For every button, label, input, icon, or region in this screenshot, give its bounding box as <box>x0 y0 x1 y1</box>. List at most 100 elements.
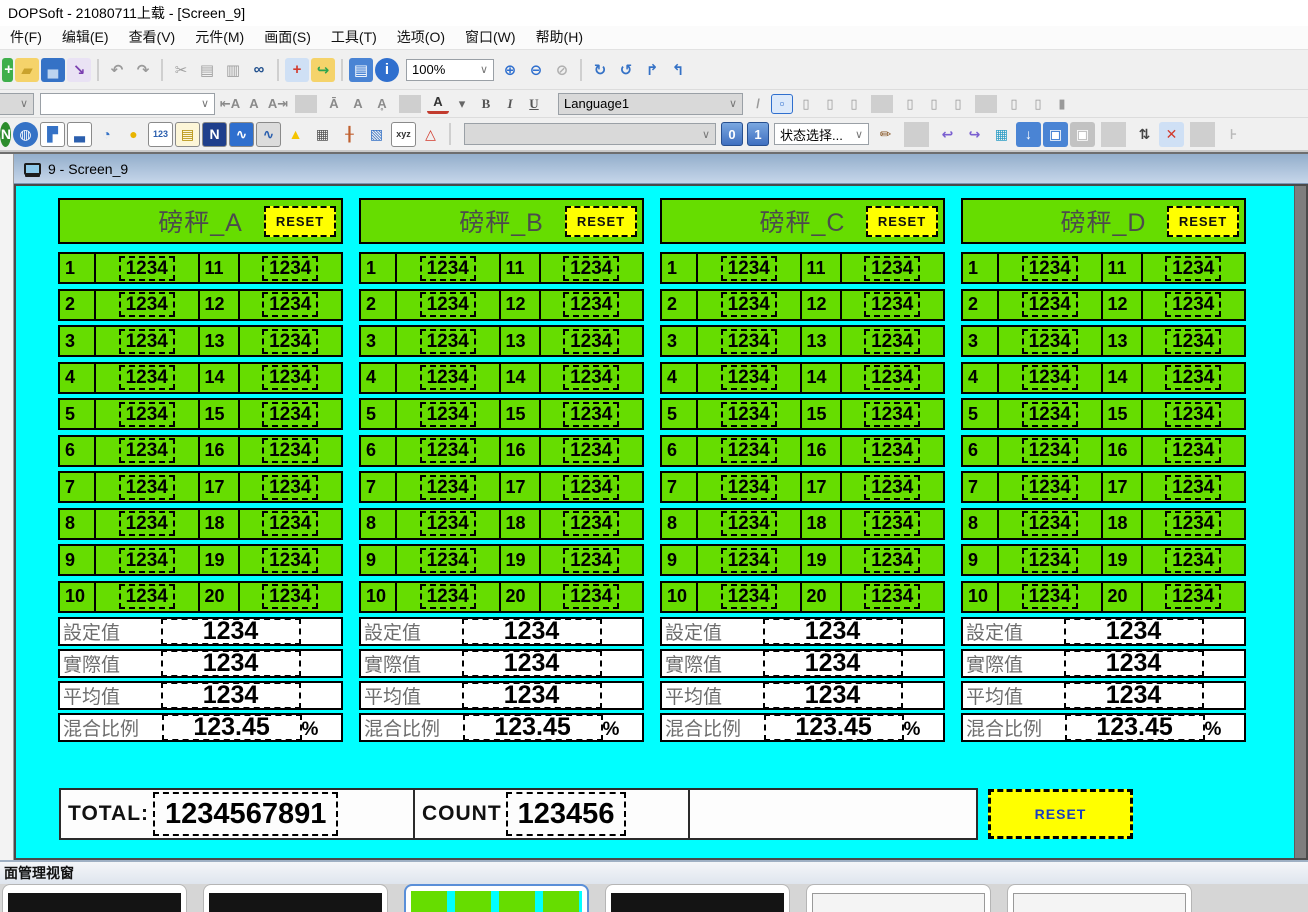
numeric-display[interactable]: 1234 <box>119 329 175 354</box>
numeric-display[interactable]: 1234 <box>721 256 777 281</box>
obj-same-size-icon[interactable]: ▮ <box>1051 94 1073 114</box>
numeric-display[interactable]: 1234 <box>262 584 318 609</box>
numeric-display[interactable]: 1234 <box>563 365 619 390</box>
numeric-display[interactable]: 1234 <box>262 365 318 390</box>
numeric-display[interactable]: 1234 <box>1165 329 1221 354</box>
menu-item[interactable]: 元件(M) <box>185 26 254 49</box>
slider-element-icon[interactable]: ╂ <box>337 122 362 147</box>
numeric-display[interactable]: 1234 <box>563 548 619 573</box>
numeric-display[interactable]: 1234 <box>119 584 175 609</box>
ruler-icon[interactable]: ⊦ <box>1221 122 1246 147</box>
export-icon[interactable]: ↘ <box>67 58 91 82</box>
numeric-display[interactable]: 1234 <box>119 292 175 317</box>
paste-icon[interactable]: ▥ <box>221 58 245 82</box>
find-icon[interactable]: ∞ <box>247 58 271 82</box>
obj-align-right-icon[interactable]: ▯ <box>843 94 865 114</box>
state-0-button[interactable]: 0 <box>721 122 743 146</box>
menu-item[interactable]: 窗口(W) <box>455 26 526 49</box>
align-center-h-icon[interactable]: A <box>243 94 265 114</box>
summary-value-display[interactable]: 1234 <box>1064 618 1204 645</box>
underline-icon[interactable]: U <box>523 94 545 114</box>
screen-thumbnail[interactable] <box>806 884 991 912</box>
numeric-display[interactable]: 1234 <box>1165 511 1221 536</box>
font-color-icon[interactable]: A <box>427 94 449 114</box>
align-right-icon[interactable]: A⇥ <box>267 94 289 114</box>
numeric-display[interactable]: 1234 <box>1022 292 1078 317</box>
numeric-display[interactable]: 1234 <box>262 511 318 536</box>
align-left-icon[interactable]: ⇤A <box>219 94 241 114</box>
zoom-level-select[interactable]: 100% ∨ <box>406 59 494 81</box>
zoom-out-icon[interactable]: ⊖ <box>524 58 548 82</box>
menu-item[interactable]: 选项(O) <box>387 26 455 49</box>
numeric-display[interactable]: 1234 <box>420 365 476 390</box>
numeric-display[interactable]: 1234 <box>420 511 476 536</box>
font-select[interactable]: ∨ <box>40 93 215 115</box>
numeric-display[interactable]: 1234 <box>721 475 777 500</box>
numeric-display[interactable]: 1234 <box>420 292 476 317</box>
rotate-ccw-icon[interactable]: ↺ <box>614 58 638 82</box>
open-folder-icon[interactable]: ▰ <box>15 58 39 82</box>
numeric-display[interactable]: 1234 <box>1165 438 1221 463</box>
numeric-display[interactable]: 1234 <box>119 438 175 463</box>
download-all-icon[interactable]: ▣ <box>1043 122 1068 147</box>
upload-icon[interactable]: ▣ <box>1070 122 1095 147</box>
alarm-lamp-icon[interactable]: ▲ <box>283 122 308 147</box>
numeric-display[interactable]: 1234 <box>864 292 920 317</box>
numeric-display[interactable]: 1234 <box>1022 402 1078 427</box>
element-properties-icon[interactable]: ✏ <box>873 122 898 147</box>
save-icon[interactable]: ▄ <box>41 58 65 82</box>
numeric-display[interactable]: 1234 <box>119 475 175 500</box>
summary-value-display[interactable]: 1234 <box>161 682 301 709</box>
numeric-display[interactable]: 1234 <box>563 584 619 609</box>
line-tool-icon[interactable]: / <box>747 94 769 114</box>
menu-item[interactable]: 件(F) <box>0 26 52 49</box>
state-1-button[interactable]: 1 <box>747 122 769 146</box>
numeric-display[interactable]: 1234 <box>1165 548 1221 573</box>
numeric-display[interactable]: 1234 <box>864 548 920 573</box>
numeric-display[interactable]: 1234 <box>420 402 476 427</box>
align-top-icon[interactable]: Ā <box>323 94 345 114</box>
zoom-in-icon[interactable]: ⊕ <box>498 58 522 82</box>
numeric-display[interactable]: 1234 <box>119 365 175 390</box>
numeric-display[interactable]: 1234 <box>1165 256 1221 281</box>
tank-gauge-icon[interactable]: ▃ <box>67 122 92 147</box>
numeric-display[interactable]: 1234 <box>721 402 777 427</box>
rect-display-icon[interactable]: ▛ <box>40 122 65 147</box>
copy-icon[interactable]: ▤ <box>195 58 219 82</box>
numeric-display[interactable]: 1234 <box>420 438 476 463</box>
obj-same-width-icon[interactable]: ▯ <box>1003 94 1025 114</box>
summary-value-display[interactable]: 1234 <box>462 682 602 709</box>
next-screen-icon[interactable]: ↪ <box>962 122 987 147</box>
italic-icon[interactable]: I <box>499 94 521 114</box>
download-screen-icon[interactable]: ↓ <box>1016 122 1041 147</box>
numeric-display[interactable]: 1234 <box>1022 365 1078 390</box>
numeric-display[interactable]: 1234 <box>1022 475 1078 500</box>
numeric-display-icon[interactable]: 123 <box>148 122 173 147</box>
undo-icon[interactable]: ↶ <box>105 58 129 82</box>
numeric-display[interactable]: 1234 <box>721 329 777 354</box>
screen-thumbnail[interactable] <box>605 884 790 912</box>
summary-value-display[interactable]: 1234 <box>1064 650 1204 677</box>
numeric-display[interactable]: 1234 <box>563 402 619 427</box>
numeric-display[interactable]: 1234 <box>262 256 318 281</box>
new-file-icon[interactable]: + <box>2 58 13 82</box>
numeric-display[interactable]: 1234 <box>864 584 920 609</box>
menu-item[interactable]: 帮助(H) <box>526 26 593 49</box>
summary-value-display[interactable]: 123.45 <box>162 714 302 741</box>
numeric-display[interactable]: 1234 <box>563 511 619 536</box>
menu-item[interactable]: 查看(V) <box>119 26 186 49</box>
rotate-cw-icon[interactable]: ↻ <box>588 58 612 82</box>
numeric-display[interactable]: 1234 <box>262 402 318 427</box>
numeric-display[interactable]: 1234 <box>1165 584 1221 609</box>
info-icon[interactable]: i <box>375 58 399 82</box>
summary-value-display[interactable]: 1234 <box>161 650 301 677</box>
obj-center-horizontal-icon[interactable]: ▯ <box>923 94 945 114</box>
numeric-display[interactable]: 1234 <box>420 475 476 500</box>
numeric-display[interactable]: 1234 <box>721 365 777 390</box>
menu-item[interactable]: 编辑(E) <box>52 26 119 49</box>
panel-reset-button[interactable]: RESET <box>565 206 637 237</box>
obj-align-bottom-icon[interactable]: ▯ <box>947 94 969 114</box>
summary-value-display[interactable]: 1234 <box>763 650 903 677</box>
screen-thumbnail[interactable] <box>1007 884 1192 912</box>
prev-screen-icon[interactable]: ↩ <box>935 122 960 147</box>
